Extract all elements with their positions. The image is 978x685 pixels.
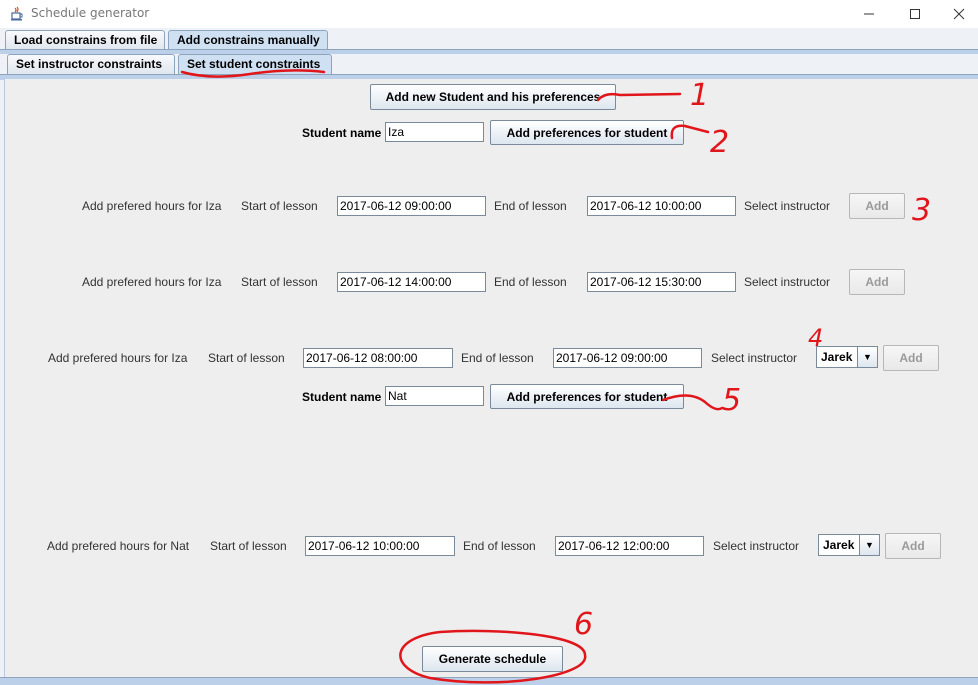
add-preferences-button[interactable]: Add preferences for student: [490, 120, 684, 145]
add-new-student-button[interactable]: Add new Student and his preferences: [370, 84, 616, 110]
select-instructor-label: Select instructor: [744, 275, 831, 289]
start-time-field[interactable]: 2017-06-12 09:00:00: [337, 196, 486, 216]
end-time-field[interactable]: 2017-06-12 09:00:00: [553, 348, 702, 368]
end-of-lesson-label: End of lesson: [494, 199, 567, 213]
start-time-field[interactable]: 2017-06-12 14:00:00: [337, 272, 486, 292]
window-title: Schedule generator: [31, 6, 150, 20]
add-button[interactable]: Add: [849, 269, 905, 295]
java-cup-icon: [9, 6, 25, 22]
student-constraints-panel: [4, 79, 978, 677]
tab-set-student-constraints[interactable]: Set student constraints: [178, 54, 332, 75]
tab-load-constrains-from-file[interactable]: Load constrains from file: [5, 30, 165, 51]
instructor-select[interactable]: Jarek ▼: [818, 534, 880, 556]
end-time-field[interactable]: 2017-06-12 12:00:00: [555, 536, 704, 556]
instructor-value: Jarek: [821, 350, 853, 364]
tab-add-constrains-manually[interactable]: Add constrains manually: [168, 30, 328, 51]
add-preferences-button[interactable]: Add preferences for student: [490, 384, 684, 409]
minimize-icon[interactable]: [846, 0, 892, 28]
generate-schedule-button[interactable]: Generate schedule: [422, 646, 563, 672]
start-of-lesson-label: Start of lesson: [241, 199, 318, 213]
preference-label: Add prefered hours for Nat: [47, 539, 190, 553]
instructor-value: Jarek: [823, 538, 855, 552]
chevron-down-icon[interactable]: ▼: [859, 535, 879, 555]
start-time-field[interactable]: 2017-06-12 08:00:00: [303, 348, 453, 368]
end-time-field[interactable]: 2017-06-12 15:30:00: [587, 272, 736, 292]
end-of-lesson-label: End of lesson: [461, 351, 534, 365]
preference-label: Add prefered hours for Iza: [82, 199, 222, 213]
student-name-label: Student name: [302, 126, 382, 140]
select-instructor-label: Select instructor: [713, 539, 800, 553]
maximize-icon[interactable]: [892, 0, 938, 28]
select-instructor-label: Select instructor: [744, 199, 831, 213]
end-of-lesson-label: End of lesson: [463, 539, 536, 553]
close-icon[interactable]: [936, 0, 978, 28]
student-name-label: Student name: [302, 390, 382, 404]
chevron-down-icon[interactable]: ▼: [857, 347, 877, 367]
add-button[interactable]: Add: [849, 193, 905, 219]
student-name-field[interactable]: Nat: [385, 386, 484, 406]
end-time-field[interactable]: 2017-06-12 10:00:00: [587, 196, 736, 216]
end-of-lesson-label: End of lesson: [494, 275, 567, 289]
preference-label: Add prefered hours for Iza: [48, 351, 188, 365]
start-of-lesson-label: Start of lesson: [241, 275, 318, 289]
start-time-field[interactable]: 2017-06-12 10:00:00: [305, 536, 455, 556]
start-of-lesson-label: Start of lesson: [210, 539, 287, 553]
instructor-select[interactable]: Jarek ▼: [816, 346, 878, 368]
add-button[interactable]: Add: [883, 345, 939, 371]
add-button[interactable]: Add: [885, 533, 941, 559]
preference-label: Add prefered hours for Iza: [82, 275, 222, 289]
select-instructor-label: Select instructor: [711, 351, 798, 365]
student-name-field[interactable]: Iza: [385, 122, 484, 142]
tab-set-instructor-constraints[interactable]: Set instructor constraints: [7, 54, 175, 75]
title-bar: Schedule generator: [0, 0, 978, 28]
start-of-lesson-label: Start of lesson: [208, 351, 285, 365]
